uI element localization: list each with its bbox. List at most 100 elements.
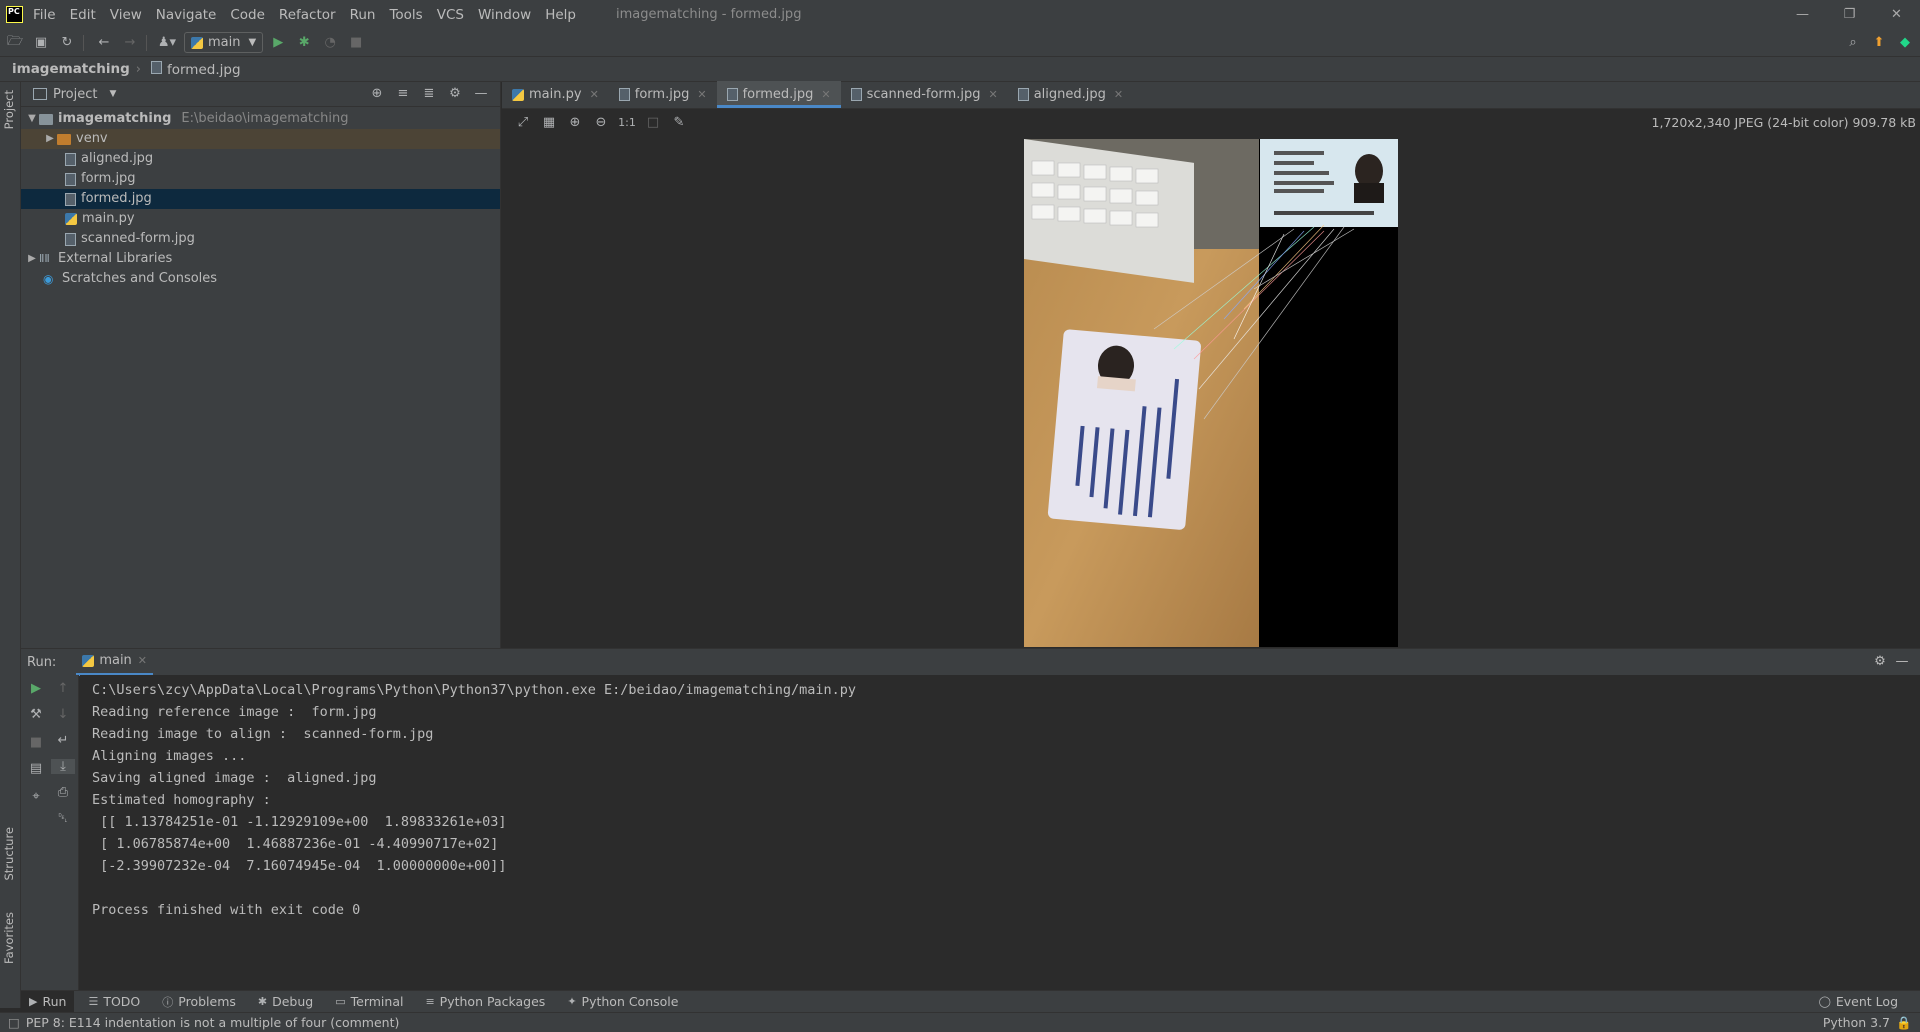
tab-aligned-jpg[interactable]: aligned.jpg ✕ bbox=[1008, 81, 1133, 108]
locate-icon[interactable]: ⊕ bbox=[364, 86, 390, 101]
menu-edit[interactable]: Edit bbox=[70, 7, 96, 23]
tree-item-form[interactable]: form.jpg bbox=[21, 169, 500, 189]
vcs-user-icon[interactable]: ♟▾ bbox=[156, 33, 178, 53]
structure-side-tab[interactable]: Structure bbox=[2, 827, 16, 881]
menu-vcs[interactable]: VCS bbox=[437, 7, 464, 23]
tree-item-scratches[interactable]: ◉ Scratches and Consoles bbox=[21, 269, 500, 289]
interpreter-indicator[interactable]: Python 3.7 bbox=[1823, 1015, 1890, 1030]
zoom-in-icon[interactable]: ⊕ bbox=[562, 115, 588, 130]
status-message[interactable]: PEP 8: E114 indentation is not a multipl… bbox=[26, 1015, 400, 1030]
lock-icon[interactable]: 🔒 bbox=[1896, 1015, 1912, 1031]
menu-navigate[interactable]: Navigate bbox=[156, 7, 217, 23]
grid-icon[interactable]: ▦ bbox=[536, 115, 562, 130]
tool-tab-debug[interactable]: ✱ Debug bbox=[258, 994, 313, 1009]
trash-icon[interactable]: ␡ bbox=[51, 811, 75, 826]
tree-root[interactable]: ▼ imagematching E:\beidao\imagematching bbox=[21, 109, 500, 129]
collapse-all-icon[interactable]: ≣ bbox=[416, 86, 442, 101]
tool-tab-todo[interactable]: ☰ TODO bbox=[88, 994, 140, 1009]
stop-icon[interactable]: ■ bbox=[24, 735, 48, 750]
tree-item-aligned[interactable]: aligned.jpg bbox=[21, 149, 500, 169]
tree-item-venv[interactable]: ▶ venv bbox=[21, 129, 500, 149]
close-tab-icon[interactable]: ✕ bbox=[821, 88, 830, 101]
chevron-right-icon[interactable]: ▶ bbox=[25, 249, 39, 269]
update-icon[interactable]: ⬆ bbox=[1868, 32, 1890, 52]
soft-wrap-icon[interactable]: ↵ bbox=[51, 733, 75, 748]
pin-icon[interactable]: ⌖ bbox=[24, 789, 48, 804]
hide-icon[interactable]: — bbox=[1892, 654, 1912, 669]
breadcrumb: imagematching › formed.jpg bbox=[0, 56, 1920, 82]
up-arrow-icon[interactable]: ↑ bbox=[51, 681, 75, 696]
zoom-out-icon[interactable]: ⊖ bbox=[588, 115, 614, 130]
close-tab-icon[interactable]: ✕ bbox=[988, 88, 997, 101]
stop-icon[interactable]: ■ bbox=[345, 33, 367, 53]
menu-help[interactable]: Help bbox=[545, 7, 576, 23]
menu-code[interactable]: Code bbox=[230, 7, 265, 23]
menu-window[interactable]: Window bbox=[478, 7, 531, 23]
close-tab-icon[interactable]: ✕ bbox=[697, 88, 706, 101]
expand-all-icon[interactable]: ≡ bbox=[390, 86, 416, 101]
tab-main-py[interactable]: main.py ✕ bbox=[502, 81, 609, 108]
chevron-down-icon[interactable]: ▼ bbox=[109, 89, 116, 99]
favorites-side-tab[interactable]: Favorites bbox=[2, 912, 16, 964]
run-icon[interactable]: ▶ bbox=[267, 33, 289, 53]
tree-item-formed[interactable]: formed.jpg bbox=[21, 189, 500, 209]
forward-arrow-icon[interactable]: → bbox=[119, 33, 141, 53]
debug-icon[interactable]: ✱ bbox=[293, 33, 315, 53]
console-output[interactable]: C:\Users\zcy\AppData\Local\Programs\Pyth… bbox=[80, 675, 1920, 990]
tab-formed-jpg[interactable]: formed.jpg ✕ bbox=[716, 81, 841, 108]
project-panel-title[interactable]: Project bbox=[53, 87, 97, 102]
menu-view[interactable]: View bbox=[110, 7, 142, 23]
tool-tab-python-packages[interactable]: ≡ Python Packages bbox=[425, 994, 545, 1009]
wrench-icon[interactable]: ⚒ bbox=[24, 707, 48, 722]
back-arrow-icon[interactable]: ← bbox=[93, 33, 115, 53]
tab-form-jpg[interactable]: form.jpg ✕ bbox=[609, 81, 717, 108]
fit-to-window-icon[interactable]: ⤢ bbox=[510, 115, 536, 130]
tree-item-scanned-form[interactable]: scanned-form.jpg bbox=[21, 229, 500, 249]
image-file-icon bbox=[726, 88, 738, 101]
gear-icon[interactable]: ⚙ bbox=[1868, 654, 1892, 669]
tool-tab-problems[interactable]: ⓘ Problems bbox=[162, 994, 236, 1010]
close-tab-icon[interactable]: ✕ bbox=[138, 654, 147, 667]
menu-file[interactable]: File bbox=[33, 7, 56, 23]
tree-item-main-py[interactable]: main.py bbox=[21, 209, 500, 229]
tool-tab-python-console[interactable]: ✦ Python Console bbox=[567, 994, 678, 1009]
restore-icon[interactable]: ❐ bbox=[1826, 0, 1873, 29]
actual-size-button[interactable]: 1:1 bbox=[614, 116, 640, 129]
close-tab-icon[interactable]: ✕ bbox=[1114, 88, 1123, 101]
color-picker-icon[interactable]: ✎ bbox=[666, 115, 692, 130]
chevron-right-icon[interactable]: ▶ bbox=[43, 129, 57, 149]
coverage-icon[interactable]: ◔ bbox=[319, 33, 341, 53]
folder-icon bbox=[39, 113, 53, 125]
minimize-icon[interactable]: — bbox=[1779, 0, 1826, 29]
down-arrow-icon[interactable]: ↓ bbox=[51, 707, 75, 722]
rerun-icon[interactable]: ▶ bbox=[24, 681, 48, 696]
tool-tab-event-log[interactable]: ◯ Event Log bbox=[1819, 994, 1898, 1009]
breadcrumb-file[interactable]: formed.jpg bbox=[150, 60, 241, 78]
tool-tab-terminal[interactable]: ▭ Terminal bbox=[335, 994, 403, 1009]
tree-item-external-libraries[interactable]: ▶ ⅡⅡ External Libraries bbox=[21, 249, 500, 269]
chevron-down-icon[interactable]: ▼ bbox=[25, 109, 39, 129]
close-tab-icon[interactable]: ✕ bbox=[590, 88, 599, 101]
run-tab-main[interactable]: main ✕ bbox=[76, 649, 154, 676]
layout-icon[interactable]: ▤ bbox=[24, 761, 48, 776]
search-icon[interactable]: ⌕ bbox=[1842, 32, 1864, 52]
sync-icon[interactable]: ↻ bbox=[56, 33, 78, 53]
tool-tab-run[interactable]: ▶ Run bbox=[21, 990, 75, 1013]
hide-icon[interactable]: — bbox=[468, 86, 494, 101]
plugin-icon[interactable]: ◆ bbox=[1894, 32, 1916, 52]
status-window-icon[interactable]: □ bbox=[8, 1015, 20, 1030]
menu-tools[interactable]: Tools bbox=[389, 7, 422, 23]
menu-refactor[interactable]: Refactor bbox=[279, 7, 336, 23]
gear-icon[interactable]: ⚙ bbox=[442, 86, 468, 101]
open-folder-icon[interactable]: 🗁 bbox=[4, 33, 26, 53]
project-side-tab[interactable]: Project bbox=[2, 90, 16, 129]
print-icon[interactable]: ⎙ bbox=[51, 785, 75, 800]
close-icon[interactable]: ✕ bbox=[1873, 0, 1920, 29]
save-icon[interactable]: ▣ bbox=[30, 33, 52, 53]
background-icon[interactable]: □ bbox=[640, 115, 666, 130]
run-config-selector[interactable]: main ▼ bbox=[184, 32, 264, 53]
scroll-to-end-icon[interactable]: ⤓ bbox=[51, 759, 75, 774]
tab-scanned-form-jpg[interactable]: scanned-form.jpg ✕ bbox=[841, 81, 1008, 108]
breadcrumb-project[interactable]: imagematching bbox=[12, 61, 130, 77]
menu-run[interactable]: Run bbox=[350, 7, 376, 23]
